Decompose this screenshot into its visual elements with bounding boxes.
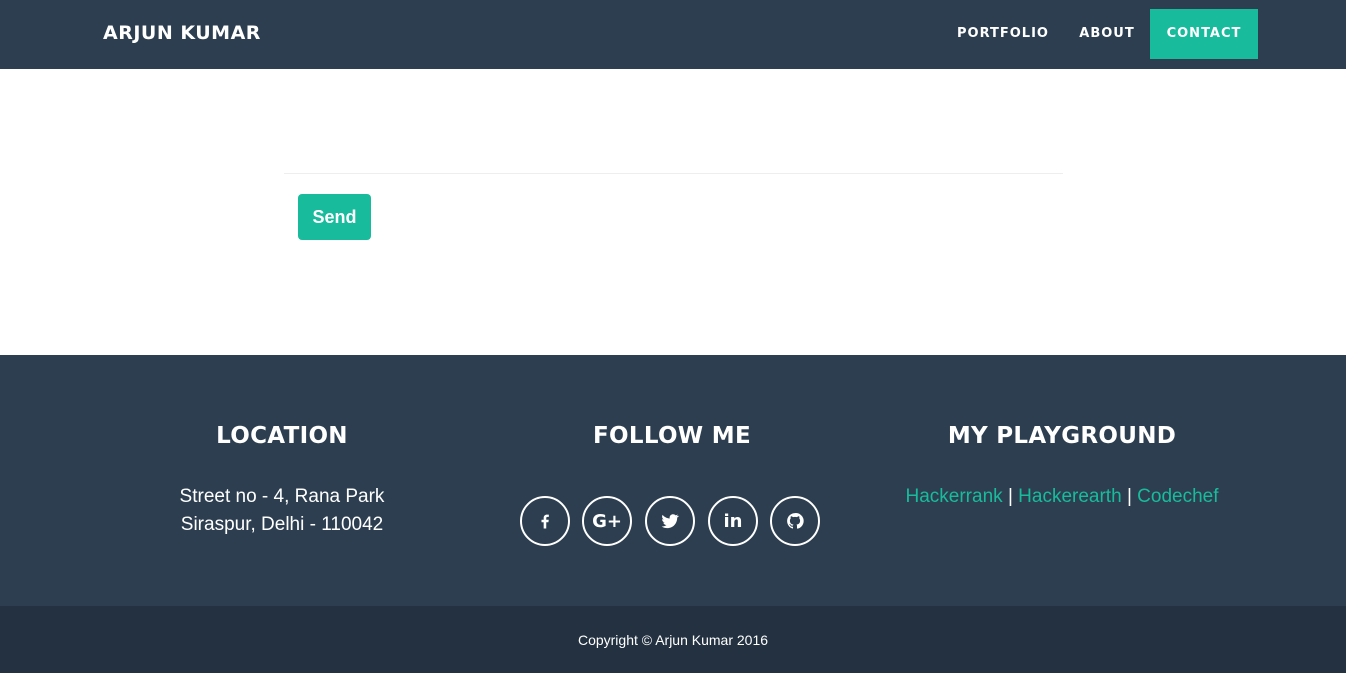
github-icon[interactable] [770,496,820,546]
hackerrank-link[interactable]: Hackerrank [906,486,1003,507]
brand-logo[interactable]: ARJUN KUMAR [103,22,261,44]
follow-heading: FOLLOW ME [593,423,751,449]
google-plus-icon[interactable]: G+ [582,496,632,546]
social-list: G+ in [520,496,830,546]
twitter-icon[interactable] [645,496,695,546]
copyright-text: Copyright © Arjun Kumar 2016 [577,632,769,648]
playground-heading: MY PLAYGROUND [947,423,1177,449]
address-line-2: Siraspur, Delhi - 110042 [180,514,384,535]
hackerearth-link[interactable]: Hackerearth [1018,486,1122,507]
footer-below: Copyright © Arjun Kumar 2016 [0,606,1346,673]
playground-links: Hackerrank | Hackerearth | Codechef [867,483,1257,511]
codechef-link[interactable]: Codechef [1137,486,1218,507]
link-separator: | [1007,486,1013,507]
nav-about[interactable]: ABOUT [1066,9,1148,59]
navbar: ARJUN KUMAR PORTFOLIO ABOUT CONTACT [0,0,1346,69]
location-heading: LOCATION [216,423,348,449]
linkedin-glyph: in [723,510,743,532]
address-line-1: Street no - 4, Rana Park [179,486,385,507]
facebook-icon[interactable] [520,496,570,546]
form-divider [284,173,1063,174]
nav-portfolio[interactable]: PORTFOLIO [942,9,1064,59]
send-button[interactable]: Send [298,194,371,240]
link-separator: | [1126,486,1132,507]
nav-contact[interactable]: CONTACT [1150,9,1258,59]
linkedin-icon[interactable]: in [708,496,758,546]
google-plus-glyph: G+ [592,510,622,532]
footer-above: LOCATION Street no - 4, Rana Park Sirasp… [0,355,1346,606]
address: Street no - 4, Rana Park Siraspur, Delhi… [87,483,477,539]
